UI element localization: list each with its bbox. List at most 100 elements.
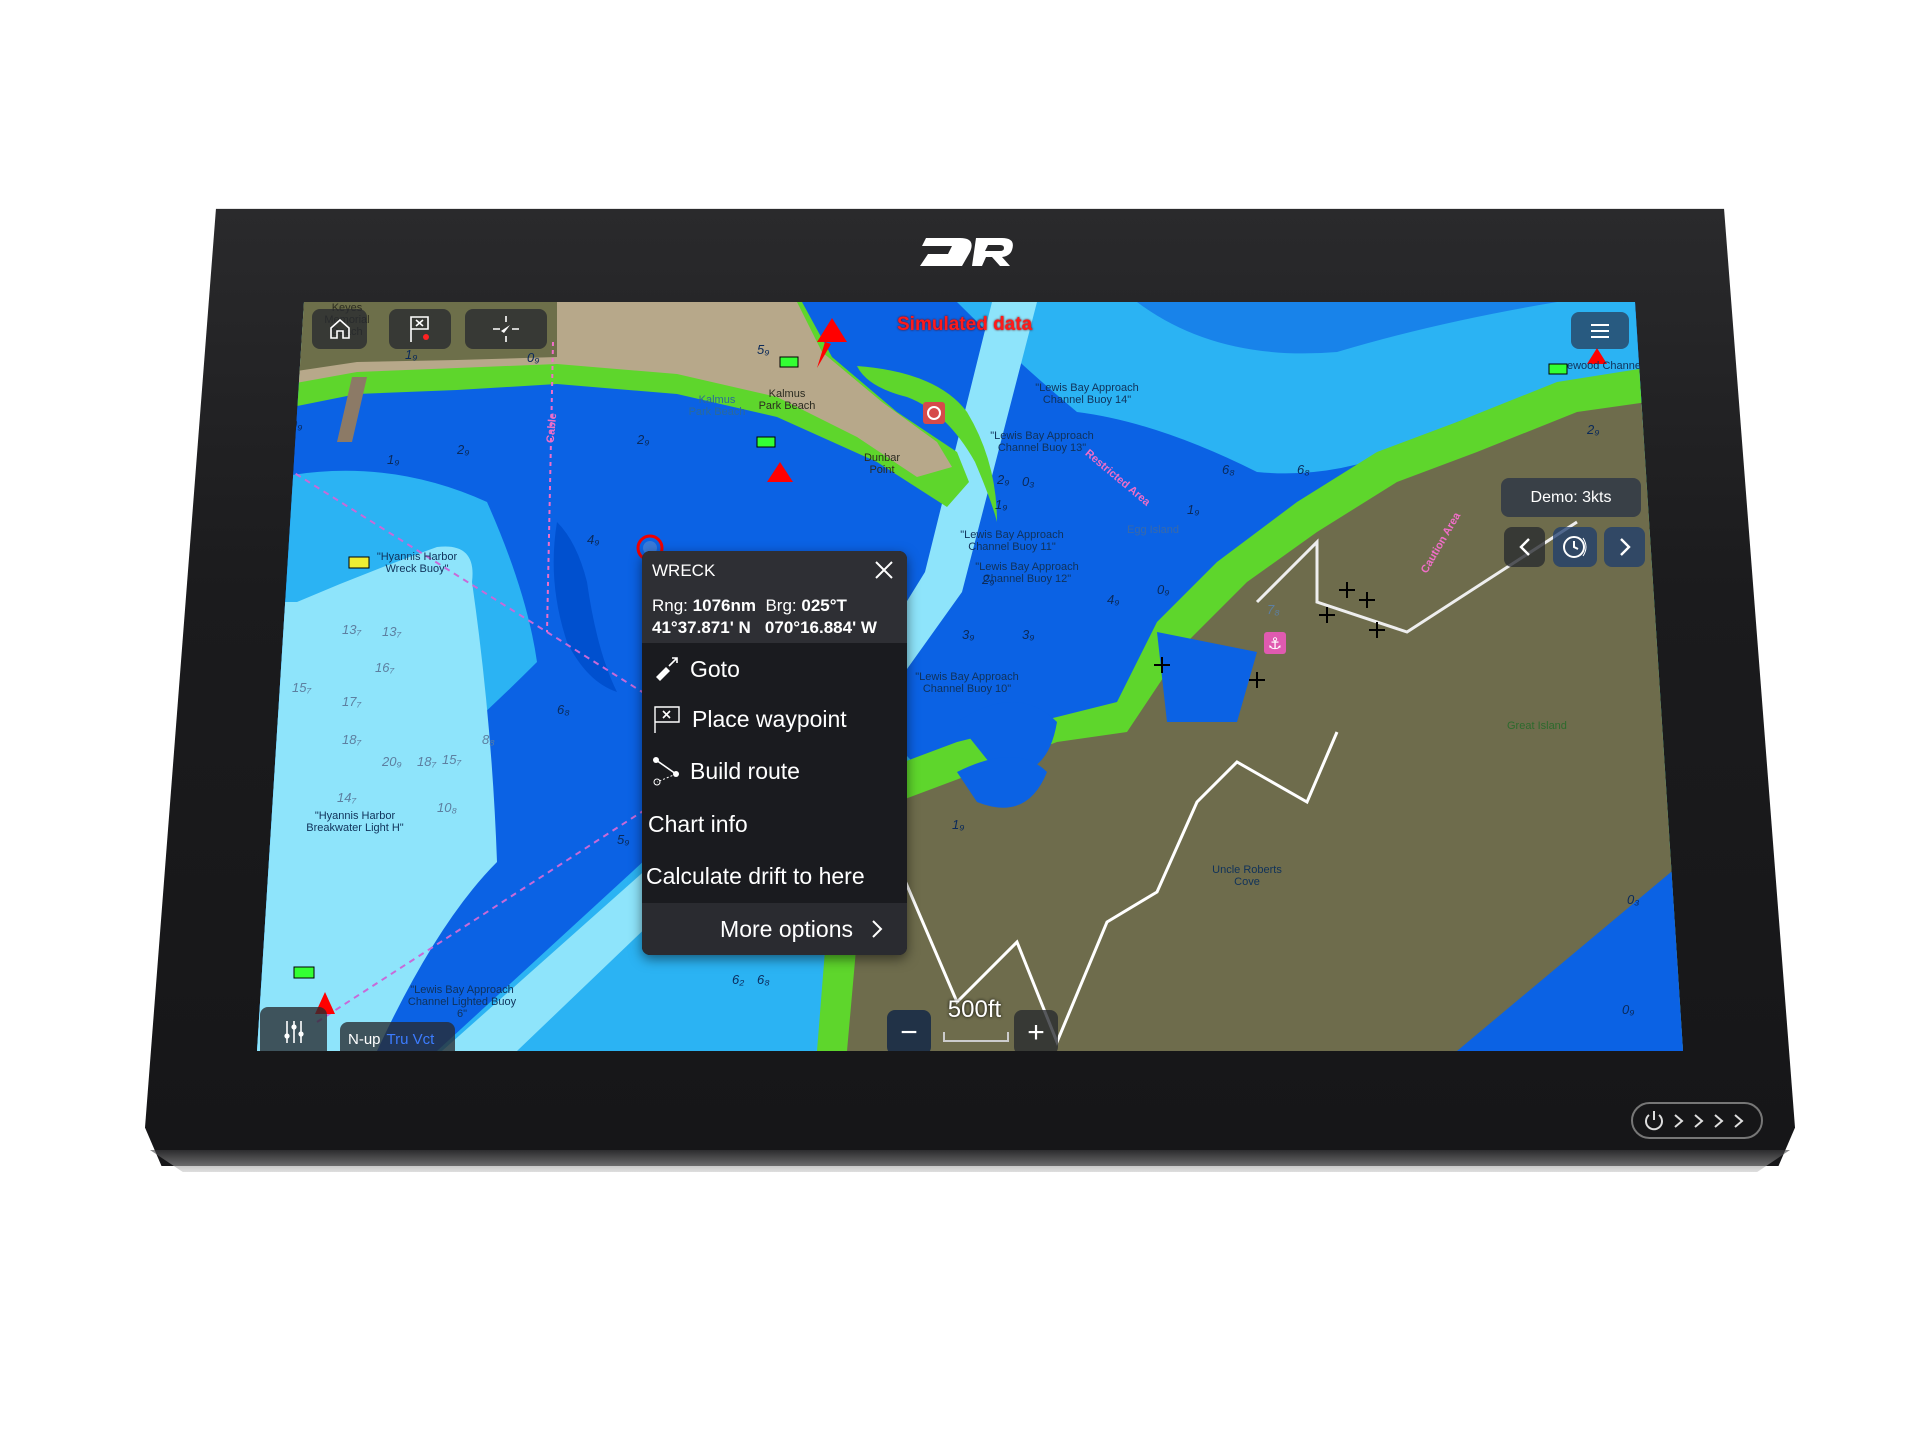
home-icon xyxy=(329,318,350,339)
map-label: Kalmus Park Beach xyxy=(688,394,746,418)
depth-sounding: 2₉ xyxy=(1587,422,1600,437)
svg-text:⚓: ⚓ xyxy=(1268,636,1282,653)
depth-sounding: 5₉ xyxy=(757,342,770,357)
depth-sounding: 17₇ xyxy=(342,694,362,709)
range-label: Rng: xyxy=(652,596,688,615)
demo-prev-button[interactable] xyxy=(1504,527,1545,567)
chevron-left-icon xyxy=(1518,538,1530,556)
map-label: "Hyannis Harbor Wreck Buoy" xyxy=(376,551,458,575)
marina-icon xyxy=(923,402,945,424)
map-label: "Lewis Bay Approach Channel Buoy 10" xyxy=(915,671,1019,695)
waypoint-flag-icon xyxy=(654,706,680,733)
depth-sounding: 1₉ xyxy=(405,347,418,362)
menu-item-label: Calculate drift to here xyxy=(646,862,865,889)
depth-sounding: 6₈ xyxy=(557,702,570,717)
range-value: 1076nm xyxy=(692,596,756,615)
menu-item-calculate-drift[interactable]: Calculate drift to here xyxy=(642,851,907,901)
zoom-in-button[interactable]: + xyxy=(1014,1010,1058,1051)
depth-sounding: 0₉ xyxy=(1157,582,1170,597)
depth-sounding: 0₃ xyxy=(1627,892,1640,907)
home-button[interactable] xyxy=(312,309,367,349)
menu-item-chart-info[interactable]: Chart info xyxy=(642,799,907,849)
map-label: Kalmus Park Beach xyxy=(758,388,816,412)
depth-sounding: 3₉ xyxy=(962,627,975,642)
place-waypoint-button[interactable] xyxy=(389,309,451,349)
green-buoy-icon xyxy=(756,436,776,448)
clock-icon xyxy=(1563,536,1587,558)
menu-item-label: Goto xyxy=(690,655,740,682)
depth-sounding: 0₃ xyxy=(1022,474,1035,489)
orientation-mode-button[interactable]: N-up Tru Vct xyxy=(340,1022,455,1051)
depth-sounding: 0₉ xyxy=(1622,1002,1635,1017)
find-ship-button[interactable] xyxy=(465,309,547,349)
power-button[interactable] xyxy=(1631,1102,1763,1139)
more-options-label: More options xyxy=(720,915,853,942)
depth-sounding: 14₇ xyxy=(337,790,357,805)
map-label: Great Island xyxy=(1507,720,1567,732)
map-label: "Hyannis Harbor Breakwater Light H" xyxy=(306,810,404,834)
route-icon xyxy=(653,757,679,786)
depth-sounding: 1₉ xyxy=(1187,502,1200,517)
depth-sounding: 16₇ xyxy=(375,660,395,675)
depth-sounding: 18₇ xyxy=(417,754,437,769)
map-label: Uncle Roberts Cove xyxy=(1212,864,1282,888)
motion-mode-label: Tru Vct xyxy=(386,1031,435,1048)
depth-sounding: 2₉ xyxy=(457,442,470,457)
longitude: 070°16.884' W xyxy=(764,618,877,637)
demo-speed-label: Demo: 3kts xyxy=(1501,478,1641,517)
map-label: "Lewis Bay Approach Channel Lighted Buoy… xyxy=(407,984,517,1020)
demo-timer-button[interactable] xyxy=(1553,527,1597,567)
latitude: 41°37.871' N xyxy=(652,618,751,637)
wreck-context-menu: WRECK Rng: 1076nm Brg: 025°T 41°37.871' … xyxy=(642,551,907,955)
green-buoy-icon xyxy=(293,966,315,979)
scale-label: 500ft xyxy=(947,996,1002,1023)
depth-sounding: 1₉ xyxy=(995,497,1008,512)
close-icon[interactable] xyxy=(871,557,897,583)
sliders-icon xyxy=(283,1021,304,1043)
map-label: Dunbar Point xyxy=(863,452,901,476)
more-options-button[interactable]: More options xyxy=(642,903,907,955)
menu-item-label: Build route xyxy=(690,757,800,784)
boat-center-icon xyxy=(493,316,519,342)
map-label: "Lewis Bay Approach Channel Buoy 14" xyxy=(1035,382,1139,406)
depth-sounding: 10₈ xyxy=(437,800,457,815)
menu-item-build-route[interactable]: Build route xyxy=(642,746,907,796)
device-base xyxy=(150,1150,1790,1172)
green-buoy-icon xyxy=(1548,363,1568,375)
menu-item-goto[interactable]: Goto xyxy=(642,644,907,694)
scale-bar xyxy=(943,1032,1009,1042)
chart-settings-button[interactable] xyxy=(260,1007,327,1051)
depth-sounding: 13₇ xyxy=(382,624,402,639)
depth-sounding: 1₉ xyxy=(387,452,400,467)
chevron-right-icon xyxy=(1619,538,1631,556)
map-label: "Lewis Bay Approach Channel Buoy 11" xyxy=(960,529,1064,553)
bearing-value: 025°T xyxy=(801,596,847,615)
demo-next-button[interactable] xyxy=(1604,527,1645,567)
depth-sounding: 8₈ xyxy=(482,732,495,747)
depth-sounding: 20₉ xyxy=(382,754,402,769)
power-icon xyxy=(1645,1110,1663,1130)
depth-sounding: 4₉ xyxy=(587,532,600,547)
yellow-buoy-icon xyxy=(348,556,370,569)
menu-item-place-waypoint[interactable]: Place waypoint xyxy=(642,694,907,744)
depth-sounding: 15₇ xyxy=(442,752,462,767)
depth-sounding: 5₉ xyxy=(617,832,630,847)
main-menu-button[interactable] xyxy=(1571,312,1629,349)
depth-sounding: 2₉ xyxy=(982,572,995,587)
depth-sounding: 15₇ xyxy=(292,680,312,695)
simulated-data-banner: Simulated data xyxy=(897,314,1033,335)
hamburger-menu-icon xyxy=(1591,323,1609,338)
depth-sounding: 6₈ xyxy=(757,972,770,987)
map-label: Egg Island xyxy=(1127,524,1179,536)
zoom-out-button[interactable]: − xyxy=(887,1010,931,1051)
depth-sounding: 6₈ xyxy=(1297,462,1310,477)
chart-screen[interactable]: ⚓ Simulated data Keyes Memorial Beach Ka… xyxy=(257,302,1683,1051)
depth-sounding: 7₈ xyxy=(1267,602,1280,617)
brand-logo xyxy=(920,238,1013,266)
popup-title: WRECK xyxy=(652,561,716,580)
chevrons-icon xyxy=(1674,1113,1744,1128)
depth-sounding: 1₉ xyxy=(952,817,965,832)
green-buoy-icon xyxy=(779,356,799,368)
depth-sounding: 4₉ xyxy=(1107,592,1120,607)
depth-sounding: 2₉ xyxy=(997,472,1010,487)
